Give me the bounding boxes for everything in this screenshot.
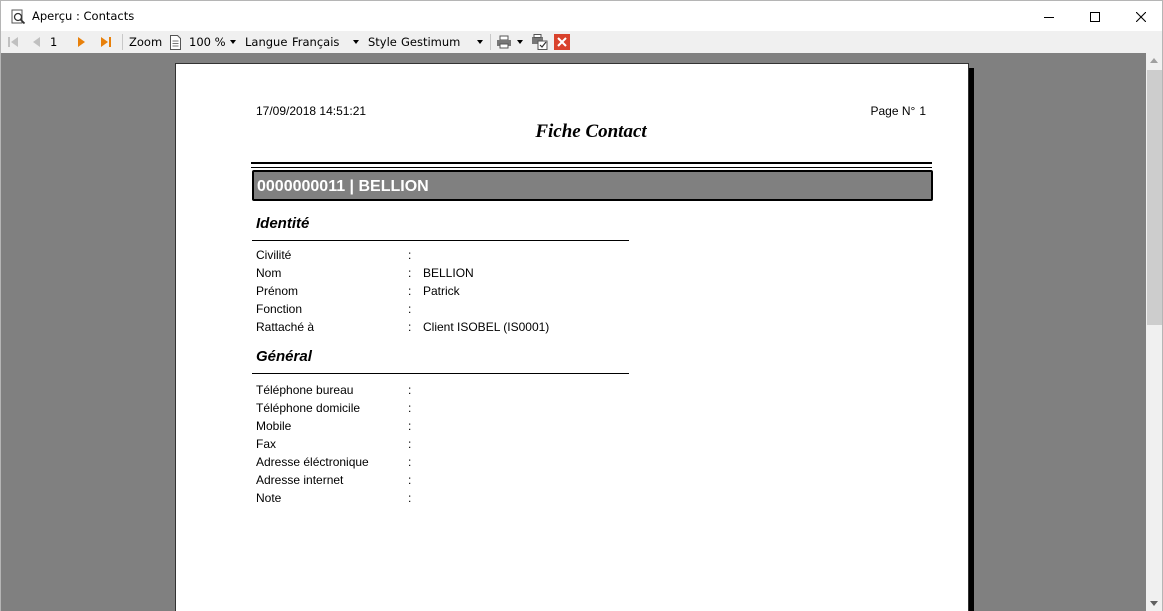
title-rule [251,162,932,164]
section-title-general: Général [256,348,312,365]
field-value: BELLION [423,266,474,280]
chevron-down-icon [353,40,359,44]
minimize-button[interactable] [1026,1,1072,32]
field-label: Adresse internet [256,473,344,487]
field-label: Mobile [256,419,292,433]
next-page-icon [78,37,85,47]
page-value: 1 [919,104,926,118]
print-setup-icon [532,34,548,50]
style-label: Style [368,35,397,49]
print-dropdown-button[interactable] [517,31,523,53]
field-value: Client ISOBEL (IS0001) [423,320,550,334]
field-colon: : [408,437,412,451]
toolbar-separator [490,34,491,50]
zoom-value: 100 % [189,35,226,49]
section-title-identite: Identité [256,215,310,232]
print-button[interactable] [496,31,512,53]
previous-page-icon [33,37,40,47]
report-title: Fiche Contact [535,121,647,142]
page-number-field[interactable]: 1 [50,31,57,53]
toolbar-separator [122,34,123,50]
chevron-down-icon [517,40,523,44]
zoom-dropdown-button[interactable] [230,31,236,53]
page-icon [170,34,181,50]
field-label: Rattaché à [256,320,315,334]
scroll-down-icon[interactable] [1150,601,1158,606]
report-page: 17/09/2018 14:51:21 Page N° 1 Fiche Cont… [175,63,969,611]
style-value: Gestimum [401,35,461,49]
field-label: Nom [256,266,282,280]
field-label: Fax [256,437,277,451]
section-rule [252,373,629,374]
field-label: Fonction [256,302,303,316]
field-colon: : [408,284,412,298]
title-rule [251,167,932,168]
field-colon: : [408,383,412,397]
maximize-icon [1090,11,1100,22]
last-page-icon [101,37,111,47]
field-label: Téléphone domicile [256,401,361,415]
contact-banner: 0000000011 | BELLION [252,170,933,201]
first-page-icon [8,37,18,47]
scrollbar-thumb[interactable] [1147,70,1162,325]
report-date: 17/09/2018 14:51:21 [256,104,367,118]
print-preview-icon [11,9,26,25]
contact-banner-text: 0000000011 | BELLION [257,178,429,195]
zoom-select[interactable]: 100 % [189,31,226,53]
preview-toolbar: 1 Zoom 100 % Langue Français Style Gesti… [0,31,1163,53]
field-colon: : [408,491,412,505]
langue-label: Langue [245,35,288,49]
field-colon: : [408,455,412,469]
field-colon: : [408,302,412,316]
field-colon: : [408,320,412,334]
langue-dropdown-button[interactable] [353,31,359,53]
section-rule [252,240,629,241]
close-icon [1136,11,1146,22]
page-label: Page N° [870,104,916,118]
print-setup-button[interactable] [531,31,548,53]
chevron-down-icon [477,40,483,44]
chevron-down-icon [230,40,236,44]
zoom-label: Zoom [129,35,163,49]
field-label: Civilité [256,248,292,262]
style-dropdown-button[interactable] [477,31,483,53]
field-label: Adresse éléctronique [256,455,369,469]
field-colon: : [408,248,412,262]
vertical-scrollbar[interactable] [1146,53,1163,611]
window-title: Aperçu : Contacts [32,9,135,23]
close-icon [554,34,570,50]
close-window-button[interactable] [1118,1,1163,32]
zoom-page-button[interactable] [169,31,182,53]
field-label: Prénom [256,284,299,298]
field-colon: : [408,401,412,415]
field-colon: : [408,266,412,280]
style-select[interactable]: Gestimum [401,31,460,53]
printer-icon [497,35,511,49]
field-value: Patrick [423,284,460,298]
close-preview-button[interactable] [554,31,570,53]
langue-select[interactable]: Français [292,31,339,53]
maximize-button[interactable] [1072,1,1118,32]
scroll-up-icon[interactable] [1150,58,1158,63]
field-colon: : [408,419,412,433]
langue-value: Français [292,35,340,49]
field-label: Téléphone bureau [256,383,354,397]
field-label: Note [256,491,282,505]
first-page-button[interactable] [7,31,19,53]
minimize-icon [1044,16,1054,18]
last-page-button[interactable] [100,31,112,53]
field-colon: : [408,473,412,487]
next-page-button[interactable] [77,31,87,53]
title-bar: Aperçu : Contacts [0,0,1163,31]
previous-page-button[interactable] [31,31,41,53]
report-page-number: Page N° 1 [870,104,926,118]
